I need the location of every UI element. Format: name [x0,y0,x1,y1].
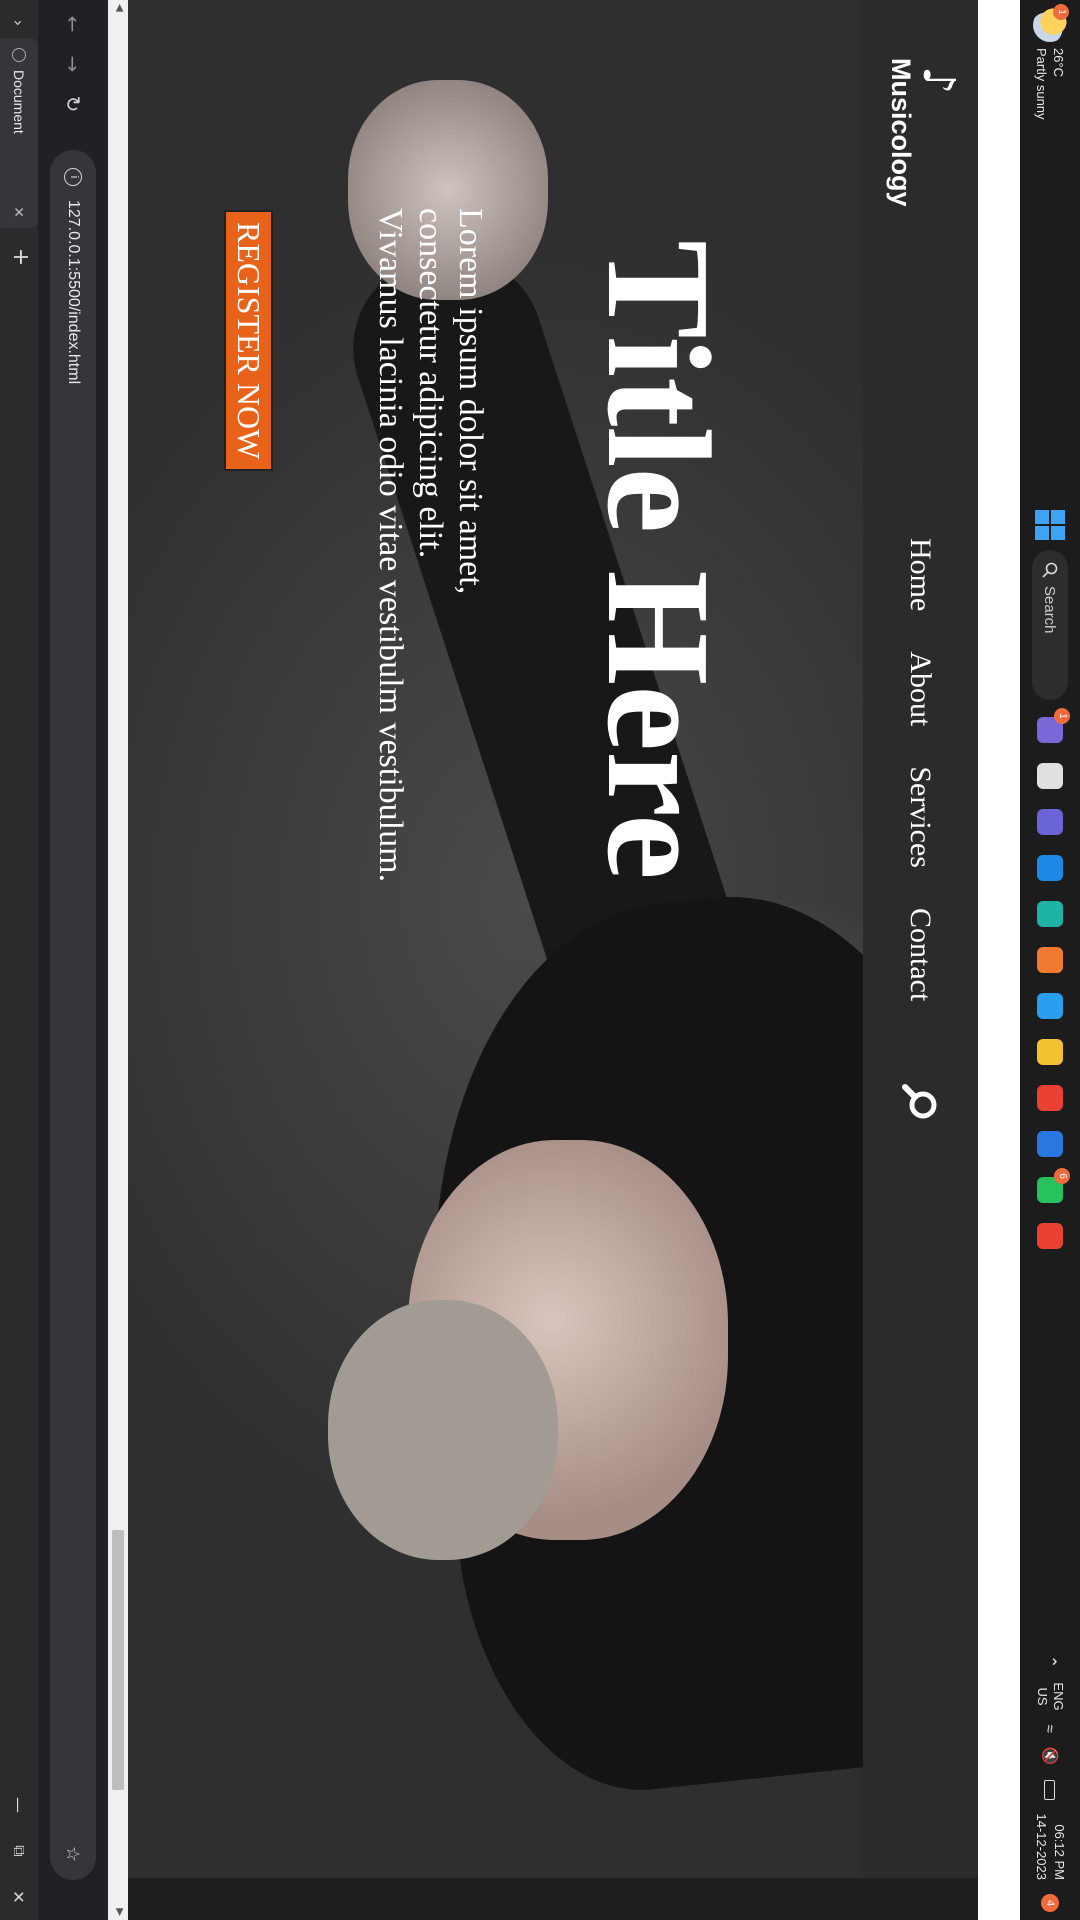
nav-links: Home About Services Contact [863,538,978,1001]
taskbar-app-xampp[interactable] [1030,940,1070,980]
taskbar-search[interactable]: Search [1032,550,1068,700]
taskbar-app-chrome-profile[interactable] [1030,1216,1070,1256]
hero-description-line: consectetur adipicing elit. [412,208,449,559]
reload-icon[interactable]: ↻ [55,86,91,122]
volume-muted-icon[interactable]: 🔇 [1041,1747,1059,1766]
taskbar-app-whatsapp[interactable]: 6 [1030,1168,1070,1210]
search-icon[interactable] [898,1080,942,1124]
taskbar-app-teams[interactable] [1030,802,1070,842]
new-tab-button[interactable]: + [4,242,34,272]
app-badge: 6 [1054,1168,1070,1184]
scroll-left-arrow-icon[interactable]: ◀ [114,4,125,12]
minimize-icon[interactable]: — [0,1782,38,1828]
taskbar-app-widgets[interactable]: 1 [1030,708,1070,750]
clock-time: 06:12 PM [1052,1824,1067,1880]
taskbar: 1 26°C Partly sunny Search 1 6 ⌃ ENG US ≈… [1020,0,1080,1920]
battery-icon[interactable] [1044,1779,1056,1800]
taskbar-app-task-view[interactable] [1030,756,1070,796]
taskbar-app-vscode[interactable] [1030,986,1070,1026]
restore-icon[interactable]: ⧉ [0,1828,38,1874]
page-scrollbar[interactable]: ◀ ▶ [108,0,128,1920]
page-right-margin [978,0,1020,1920]
scroll-right-arrow-icon[interactable]: ▶ [114,1908,125,1916]
nav-services[interactable]: Services [904,766,938,868]
site-logo[interactable]: ♪ Musicology [885,58,964,207]
favorite-star-icon[interactable]: ☆ [63,1846,84,1862]
notification-badge[interactable]: 4 [1041,1894,1059,1912]
hero-title: Title Here [576,240,740,880]
clock[interactable]: 06:12 PM 14-12-2023 [1032,1814,1068,1881]
region-code: US [1035,1687,1050,1706]
nav-about[interactable]: About [904,651,938,726]
music-note-icon: ♪ [913,66,964,95]
system-tray: ⌃ ENG US ≈ 🔇 06:12 PM 14-12-2023 4 [1024,1655,1076,1912]
hero-description-line: Lorem ipsum dolor sit amet, [452,208,489,595]
close-tab-icon[interactable]: ✕ [11,206,28,218]
tab-strip: › Document ✕ + — ⧉ ✕ [0,0,38,1920]
nav-home[interactable]: Home [904,538,938,611]
address-bar[interactable]: i 127.0.0.1:5500/index.html ☆ [50,150,96,1880]
logo-text: Musicology [886,58,916,207]
hero-description: Lorem ipsum dolor sit amet, consectetur … [370,208,490,882]
task-view-icon [1037,763,1063,789]
hero-image-hair [328,1300,558,1560]
close-window-icon[interactable]: ✕ [0,1874,38,1920]
language-code: ENG [1051,1682,1066,1711]
site-navbar: ♪ Musicology Home About Services Contact [863,0,978,1878]
page-viewport: ♪ Musicology Home About Services Contact… [128,0,978,1878]
search-icon [1042,562,1058,578]
scrollbar-thumb[interactable] [112,1530,124,1790]
globe-icon [12,48,26,62]
hero-section: ♪ Musicology Home About Services Contact… [128,0,978,1878]
taskbar-app-kanban[interactable] [1030,1124,1070,1164]
partly-sunny-icon: 1 [1033,4,1069,42]
wifi-icon[interactable]: ≈ [1042,1725,1059,1733]
file-explorer-icon [1037,1039,1063,1065]
back-arrow-icon[interactable]: ← [55,6,91,42]
url-text[interactable]: 127.0.0.1:5500/index.html [64,200,82,384]
site-info-icon[interactable]: i [64,168,82,186]
app-badge: 1 [1054,708,1070,724]
screen: 1 26°C Partly sunny Search 1 6 ⌃ ENG US ≈… [0,0,1080,1920]
browser-toolbar: ← → ↻ i 127.0.0.1:5500/index.html ☆ [38,0,108,1920]
chevron-up-icon[interactable]: ⌃ [1040,1655,1060,1668]
taskbar-search-label: Search [1041,586,1059,634]
taskbar-app-mail[interactable] [1030,848,1070,888]
nav-contact[interactable]: Contact [904,908,938,1001]
tab-document[interactable]: Document ✕ [0,38,38,228]
vscode-icon [1037,993,1063,1019]
xampp-icon [1037,947,1063,973]
windows-start-icon[interactable] [1035,510,1065,540]
language-indicator[interactable]: ENG US [1034,1682,1066,1710]
forward-arrow-icon[interactable]: → [55,46,91,82]
weather-condition: Partly sunny [1034,48,1049,120]
taskbar-app-file-explorer[interactable] [1030,1032,1070,1072]
taskbar-app-edge[interactable] [1030,894,1070,934]
register-now-button[interactable]: REGISTER NOW [224,210,273,472]
chrome-profile-icon [1037,1223,1063,1249]
weather-widget[interactable]: 1 26°C Partly sunny [1026,4,1074,120]
weather-badge: 1 [1053,4,1069,20]
chrome-icon [1037,1085,1063,1111]
weather-temp: 26°C [1051,48,1066,78]
teams-icon [1037,809,1063,835]
taskbar-app-chrome[interactable] [1030,1078,1070,1118]
hero-description-line: Vivamus lacinia odio vitae vestibulm ves… [372,208,409,883]
kanban-icon [1037,1131,1063,1157]
clock-date: 14-12-2023 [1034,1813,1049,1881]
taskbar-apps: Search 1 6 [1028,510,1072,1256]
edge-icon [1037,901,1063,927]
tab-title: Document [11,70,27,134]
mail-icon [1037,855,1063,881]
